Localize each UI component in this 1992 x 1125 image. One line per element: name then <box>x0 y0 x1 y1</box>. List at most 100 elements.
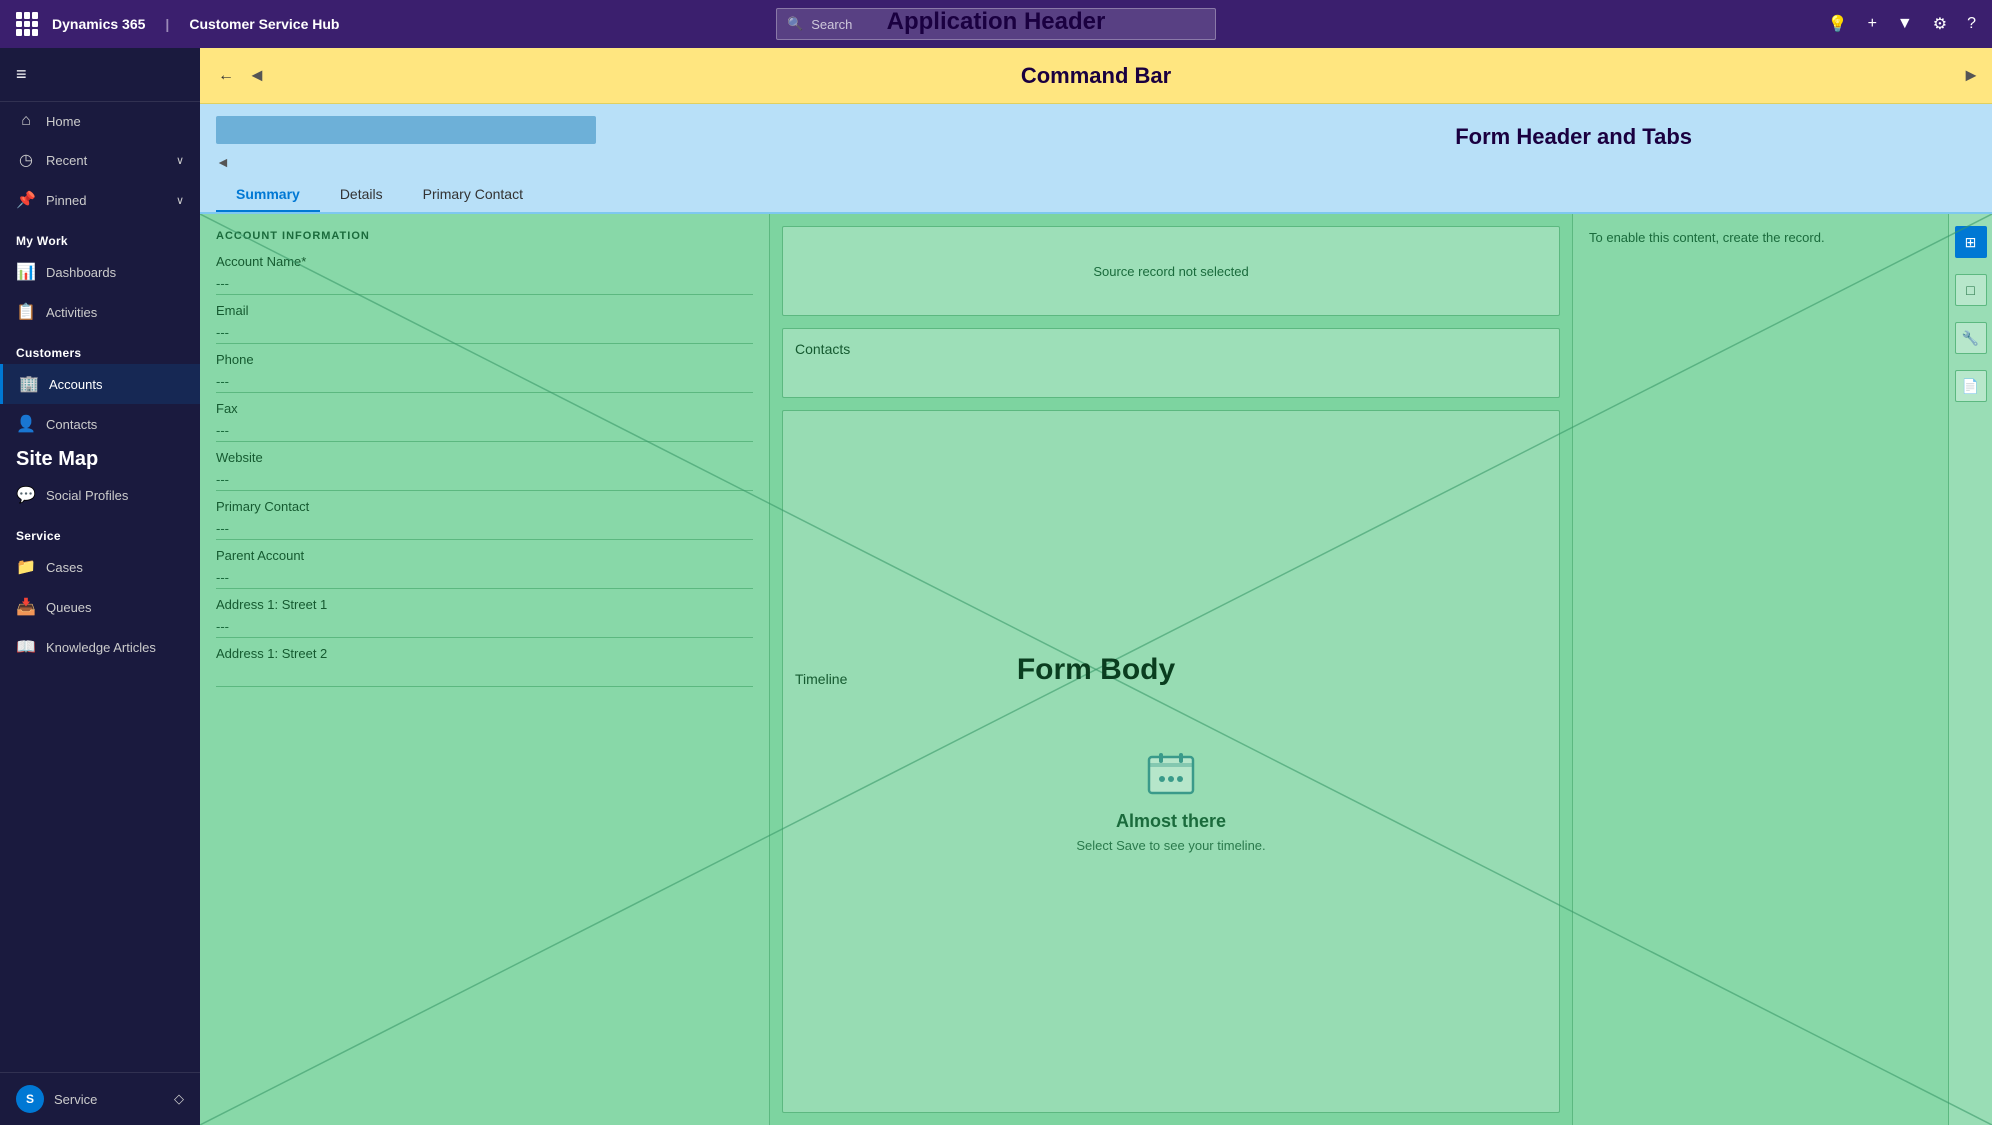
website-label: Website <box>216 450 753 465</box>
field-primary-contact: Primary Contact <box>216 499 753 540</box>
sidebar-recent-label: Recent <box>46 153 87 168</box>
primary-contact-input[interactable] <box>216 518 753 540</box>
sidebar-item-knowledge-articles[interactable]: 📖 Knowledge Articles <box>0 627 200 667</box>
accounts-icon: 🏢 <box>19 374 39 394</box>
phone-label: Phone <box>216 352 753 367</box>
field-phone: Phone <box>216 352 753 393</box>
form-left-column: ACCOUNT INFORMATION Account Name* Email … <box>200 214 770 1125</box>
sidebar-bottom[interactable]: S Service ◇ <box>0 1072 200 1125</box>
right-panel-message: To enable this content, create the recor… <box>1589 230 1932 245</box>
field-parent-account: Parent Account <box>216 548 753 589</box>
phone-input[interactable] <box>216 371 753 393</box>
command-bar: ← ◄ Command Bar ► <box>200 48 1992 104</box>
sidebar-home-label: Home <box>46 114 81 129</box>
pin-icon: 📌 <box>16 190 36 210</box>
help-icon[interactable]: ? <box>1967 15 1976 33</box>
address1-street1-label: Address 1: Street 1 <box>216 597 753 612</box>
site-map-label: Site Map <box>0 444 200 475</box>
form-right-column: To enable this content, create the recor… <box>1572 214 1992 1125</box>
panel-icon-grid[interactable]: ⊞ <box>1955 226 1987 258</box>
knowledge-articles-label: Knowledge Articles <box>46 640 156 655</box>
knowledge-icon: 📖 <box>16 637 36 657</box>
primary-contact-label: Primary Contact <box>216 499 753 514</box>
fax-input[interactable] <box>216 420 753 442</box>
form-tabs: Summary Details Primary Contact <box>216 178 1976 212</box>
field-account-name: Account Name* <box>216 254 753 295</box>
customers-section: Customers <box>0 332 200 364</box>
home-icon: ⌂ <box>16 112 36 130</box>
sidebar-item-accounts[interactable]: 🏢 Accounts <box>0 364 200 404</box>
right-panel-content: To enable this content, create the recor… <box>1573 214 1948 1125</box>
search-icon: 🔍 <box>787 16 803 32</box>
timeline-card: Timeline Almost there Select Save to see… <box>782 410 1560 1113</box>
parent-account-input[interactable] <box>216 567 753 589</box>
social-icon: 💬 <box>16 485 36 505</box>
tab-details[interactable]: Details <box>320 178 403 212</box>
email-input[interactable] <box>216 322 753 344</box>
queues-icon: 📥 <box>16 597 36 617</box>
account-name-label: Account Name* <box>216 254 753 269</box>
pinned-expand-icon: ∨ <box>176 194 184 207</box>
field-email: Email <box>216 303 753 344</box>
account-name-input[interactable] <box>216 273 753 295</box>
website-input[interactable] <box>216 469 753 491</box>
source-record-card: Source record not selected <box>782 226 1560 316</box>
service-bottom-label: Service <box>54 1092 97 1107</box>
form-header-arrows: ◄ <box>216 154 1976 170</box>
sidebar-item-contacts[interactable]: 👤 Contacts <box>0 404 200 444</box>
right-panel-icons: ⊞ □ 🔧 📄 <box>1948 214 1992 1125</box>
app-name: Dynamics 365 <box>52 16 145 32</box>
cases-label: Cases <box>46 560 83 575</box>
hub-name: Customer Service Hub <box>189 16 339 32</box>
search-bar[interactable]: 🔍 Search <box>776 8 1216 40</box>
contacts-label: Contacts <box>46 417 97 432</box>
form-arrow-left: ◄ <box>216 154 230 170</box>
address1-street1-input[interactable] <box>216 616 753 638</box>
main-content: ← ◄ Command Bar ► ◄ Form Header and Tabs… <box>200 48 1992 1125</box>
accounts-label: Accounts <box>49 377 102 392</box>
panel-icon-wrench[interactable]: 🔧 <box>1955 322 1987 354</box>
timeline-title: Timeline <box>795 671 847 687</box>
sidebar-item-cases[interactable]: 📁 Cases <box>0 547 200 587</box>
lightbulb-icon[interactable]: 💡 <box>1828 14 1848 34</box>
contacts-card: Contacts <box>782 328 1560 398</box>
settings-icon[interactable]: ⚙ <box>1933 14 1947 34</box>
add-icon[interactable]: + <box>1868 15 1877 33</box>
recent-icon: ◷ <box>16 150 36 170</box>
app-divider: | <box>165 16 169 32</box>
timeline-icon <box>1145 747 1197 799</box>
app-logo[interactable]: Dynamics 365 | Customer Service Hub <box>16 12 340 36</box>
command-bar-arrow-left: ◄ <box>248 65 266 86</box>
back-button[interactable]: ← <box>212 62 240 90</box>
sidebar-item-social-profiles[interactable]: 💬 Social Profiles <box>0 475 200 515</box>
sidebar-item-activities[interactable]: 📋 Activities <box>0 292 200 332</box>
tab-summary[interactable]: Summary <box>216 178 320 212</box>
field-address1-street1: Address 1: Street 1 <box>216 597 753 638</box>
activities-label: Activities <box>46 305 97 320</box>
queues-label: Queues <box>46 600 92 615</box>
record-bar <box>216 116 596 144</box>
field-fax: Fax <box>216 401 753 442</box>
command-bar-label: Command Bar <box>1021 63 1171 89</box>
sidebar: ≡ ⌂ Home ◷ Recent ∨ 📌 Pinned ∨ My Work 📊… <box>0 48 200 1125</box>
hamburger-button[interactable]: ≡ <box>0 48 200 102</box>
field-website: Website <box>216 450 753 491</box>
field-address1-street2: Address 1: Street 2 <box>216 646 753 687</box>
panel-icon-doc[interactable]: 📄 <box>1955 370 1987 402</box>
header-icons: 💡 + ▼ ⚙ ? <box>1828 14 1976 34</box>
sidebar-expand-icon: ◇ <box>174 1091 184 1107</box>
filter-icon[interactable]: ▼ <box>1897 15 1913 33</box>
panel-icon-square[interactable]: □ <box>1955 274 1987 306</box>
sidebar-item-dashboards[interactable]: 📊 Dashboards <box>0 252 200 292</box>
sidebar-item-recent[interactable]: ◷ Recent ∨ <box>0 140 200 180</box>
sidebar-item-home[interactable]: ⌂ Home <box>0 102 200 140</box>
sidebar-item-pinned[interactable]: 📌 Pinned ∨ <box>0 180 200 220</box>
waffle-icon <box>16 12 40 36</box>
sidebar-pinned-label: Pinned <box>46 193 86 208</box>
email-label: Email <box>216 303 753 318</box>
search-placeholder: Search <box>811 17 852 32</box>
address1-street2-input[interactable] <box>216 665 753 687</box>
address1-street2-label: Address 1: Street 2 <box>216 646 753 661</box>
tab-primary-contact[interactable]: Primary Contact <box>403 178 543 212</box>
sidebar-item-queues[interactable]: 📥 Queues <box>0 587 200 627</box>
